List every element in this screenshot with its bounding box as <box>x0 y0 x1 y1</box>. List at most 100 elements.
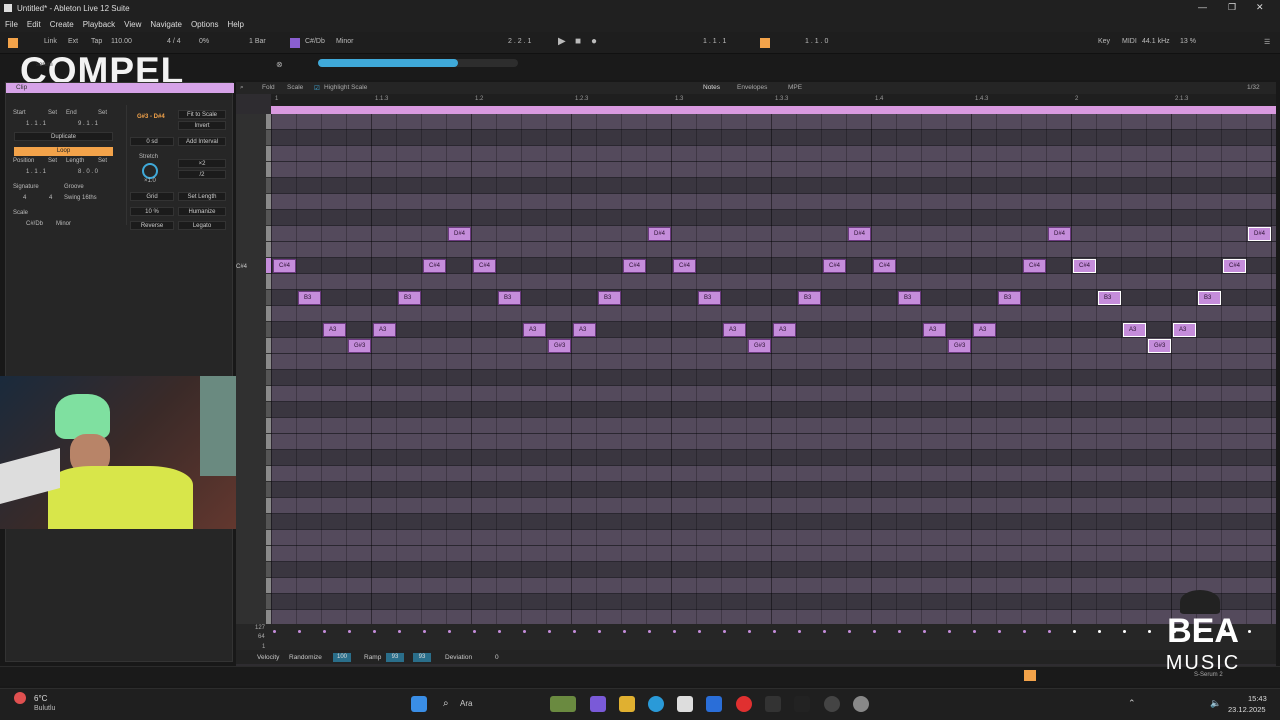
deviation-field[interactable]: 0 <box>495 654 499 661</box>
hamburger-icon[interactable]: ☰ <box>1264 38 1270 46</box>
randomize-amount[interactable]: 100 <box>333 653 351 662</box>
ramp-end[interactable]: 93 <box>413 653 431 662</box>
length-set-button[interactable]: Set <box>98 158 107 164</box>
tap-button[interactable]: Tap <box>91 38 102 45</box>
midi-note[interactable]: A3 <box>323 323 346 337</box>
piano-keys[interactable] <box>236 114 271 625</box>
midi-note[interactable]: A3 <box>1123 323 1146 337</box>
midi-note[interactable]: A3 <box>573 323 596 337</box>
fold-button[interactable]: Fold <box>262 84 275 91</box>
midi-note[interactable]: C#4 <box>1223 259 1246 273</box>
ramp-button[interactable]: Ramp <box>364 654 381 661</box>
device-toggle-icon[interactable] <box>1024 670 1036 681</box>
midi-note[interactable]: D#4 <box>1048 227 1071 241</box>
velocity-marker[interactable] <box>1123 630 1126 633</box>
widget-icon[interactable] <box>550 696 576 712</box>
windows-start-icon[interactable] <box>411 696 427 712</box>
velocity-marker[interactable] <box>423 630 426 633</box>
volume-icon[interactable]: 🔈 <box>1210 698 1221 709</box>
loop-length-field[interactable]: 1 . 1 . 0 <box>805 38 828 45</box>
velocity-marker[interactable] <box>898 630 901 633</box>
velocity-marker[interactable] <box>823 630 826 633</box>
midi-note[interactable]: C#4 <box>1023 259 1046 273</box>
velocity-marker[interactable] <box>548 630 551 633</box>
multiply-button[interactable]: ×2 <box>178 159 226 168</box>
velocity-marker[interactable] <box>1073 630 1076 633</box>
note-grid[interactable]: C#4 B3 A3 G#3 A3 B3 C#4 D#4 C#4 B3 A3 G#3 A3 B3 C#4 D#4… <box>271 114 1276 624</box>
link-button[interactable]: Link <box>44 38 57 45</box>
midi-note[interactable]: C#4 <box>873 259 896 273</box>
divide-button[interactable]: /2 <box>178 170 226 179</box>
midi-note[interactable]: B3 <box>998 291 1021 305</box>
velocity-marker[interactable] <box>1048 630 1051 633</box>
menu-file[interactable]: File <box>5 20 18 29</box>
menu-options[interactable]: Options <box>191 20 219 29</box>
midi-note[interactable]: A3 <box>773 323 796 337</box>
tempo-field[interactable]: 110.00 <box>111 38 132 45</box>
midi-note[interactable]: C#4 <box>823 259 846 273</box>
velocity-marker[interactable] <box>648 630 651 633</box>
ramp-start[interactable]: 93 <box>386 653 404 662</box>
velocity-marker[interactable] <box>398 630 401 633</box>
midi-note[interactable]: B3 <box>398 291 421 305</box>
legato-button[interactable]: Legato <box>178 221 226 230</box>
end-set-button[interactable]: Set <box>98 110 107 116</box>
highlight-scale-checkbox[interactable]: ☑ <box>314 84 320 92</box>
tab-envelopes[interactable]: Envelopes <box>737 84 767 91</box>
transpose-field[interactable]: 0 sd <box>130 137 174 146</box>
stretch-knob[interactable] <box>142 163 158 179</box>
tab-mpe[interactable]: MPE <box>788 84 802 91</box>
midi-note[interactable]: G#3 <box>1148 339 1171 353</box>
velocity-marker[interactable] <box>973 630 976 633</box>
copilot-icon[interactable] <box>590 696 606 712</box>
grid-resolution[interactable]: 1/32 <box>1247 84 1260 91</box>
menu-view[interactable]: View <box>124 20 141 29</box>
ableton-live-icon[interactable] <box>765 696 781 712</box>
midi-note[interactable]: B3 <box>698 291 721 305</box>
record-icon[interactable]: ● <box>591 36 597 47</box>
menu-edit[interactable]: Edit <box>27 20 41 29</box>
invert-button[interactable]: Invert <box>178 121 226 130</box>
maximize-icon[interactable]: ❐ <box>1228 2 1236 13</box>
scale-mode-select[interactable]: Minor <box>336 38 354 45</box>
midi-note[interactable]: D#4 <box>648 227 671 241</box>
midi-note[interactable]: A3 <box>1173 323 1196 337</box>
midi-note[interactable]: A3 <box>923 323 946 337</box>
edge-icon[interactable] <box>648 696 664 712</box>
loop-brace[interactable] <box>271 106 1276 114</box>
velocity-marker[interactable] <box>848 630 851 633</box>
start-field[interactable]: 1 . 1 . 1 <box>26 121 46 127</box>
velocity-marker[interactable] <box>1023 630 1026 633</box>
tray-expand-icon[interactable]: ⌃ <box>1128 698 1136 709</box>
humanize-amount[interactable]: 10 % <box>130 207 174 216</box>
velocity-marker[interactable] <box>873 630 876 633</box>
key-map-button[interactable]: Key <box>1098 38 1110 45</box>
time-signature[interactable]: 4 / 4 <box>167 38 181 45</box>
midi-note[interactable]: A3 <box>973 323 996 337</box>
velocity-marker[interactable] <box>298 630 301 633</box>
app-icon[interactable] <box>794 696 810 712</box>
velocity-marker[interactable] <box>998 630 1001 633</box>
velocity-marker[interactable] <box>1098 630 1101 633</box>
midi-note[interactable]: C#4 <box>1073 259 1096 273</box>
overview-bar[interactable] <box>318 59 518 67</box>
serum-tab[interactable]: serum <box>36 62 53 68</box>
velocity-marker[interactable] <box>723 630 726 633</box>
view-toggle-icon[interactable] <box>8 38 18 48</box>
scale-mode-select[interactable]: Minor <box>56 221 71 227</box>
store-icon[interactable] <box>677 696 693 712</box>
quantize-menu[interactable]: 1 Bar <box>249 38 266 45</box>
file-explorer-icon[interactable] <box>619 696 635 712</box>
midi-note[interactable]: C#4 <box>473 259 496 273</box>
midi-note[interactable]: B3 <box>798 291 821 305</box>
midi-note[interactable]: B3 <box>598 291 621 305</box>
loop-toggle-icon[interactable] <box>760 38 770 48</box>
ext-button[interactable]: Ext <box>68 38 78 45</box>
length-field[interactable]: 8 . 0 . 0 <box>78 169 98 175</box>
minimize-icon[interactable]: — <box>1198 2 1207 12</box>
midi-note[interactable]: B3 <box>498 291 521 305</box>
search-icon[interactable]: ⌕ <box>240 84 244 92</box>
duplicate-button[interactable]: Duplicate <box>14 132 113 141</box>
groove-select[interactable]: Swing 16ths <box>64 195 97 201</box>
add-interval-button[interactable]: Add Interval <box>178 137 226 146</box>
